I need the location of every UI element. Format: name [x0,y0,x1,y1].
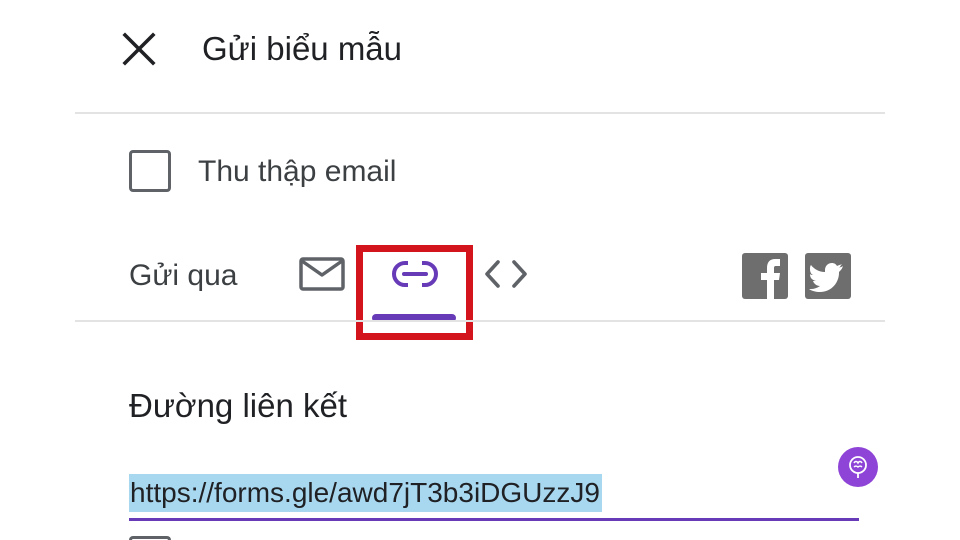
send-via-embed-tab[interactable] [480,252,532,296]
shorten-url-checkbox[interactable] [129,536,171,540]
share-twitter-button[interactable] [805,253,851,299]
close-icon [122,32,156,66]
send-via-divider [75,320,885,322]
embed-code-icon [485,260,527,288]
send-via-label: Gửi qua [129,259,238,292]
form-link-underline [129,518,859,521]
share-facebook-button[interactable] [742,253,788,299]
form-link-url[interactable]: https://forms.gle/awd7jT3b3iDGUzzJ9 [129,474,602,512]
send-form-page: Gửi biểu mẫu Thu thập email Gửi qua Đườn… [0,0,960,540]
dialog-title: Gửi biểu mẫu [202,30,403,67]
brain-logo-icon [838,447,878,487]
link-section-heading: Đường liên kết [129,387,347,424]
close-button[interactable] [118,28,160,70]
collect-email-checkbox[interactable] [129,150,171,192]
twitter-icon [809,263,843,292]
highlight-annotation-box [356,245,473,340]
mail-icon [299,257,345,291]
facebook-icon [761,259,780,299]
collect-email-label[interactable]: Thu thập email [198,152,396,192]
header-divider [75,112,885,114]
form-link-field[interactable]: https://forms.gle/awd7jT3b3iDGUzzJ9 [129,470,859,522]
send-via-email-tab[interactable] [296,252,348,296]
